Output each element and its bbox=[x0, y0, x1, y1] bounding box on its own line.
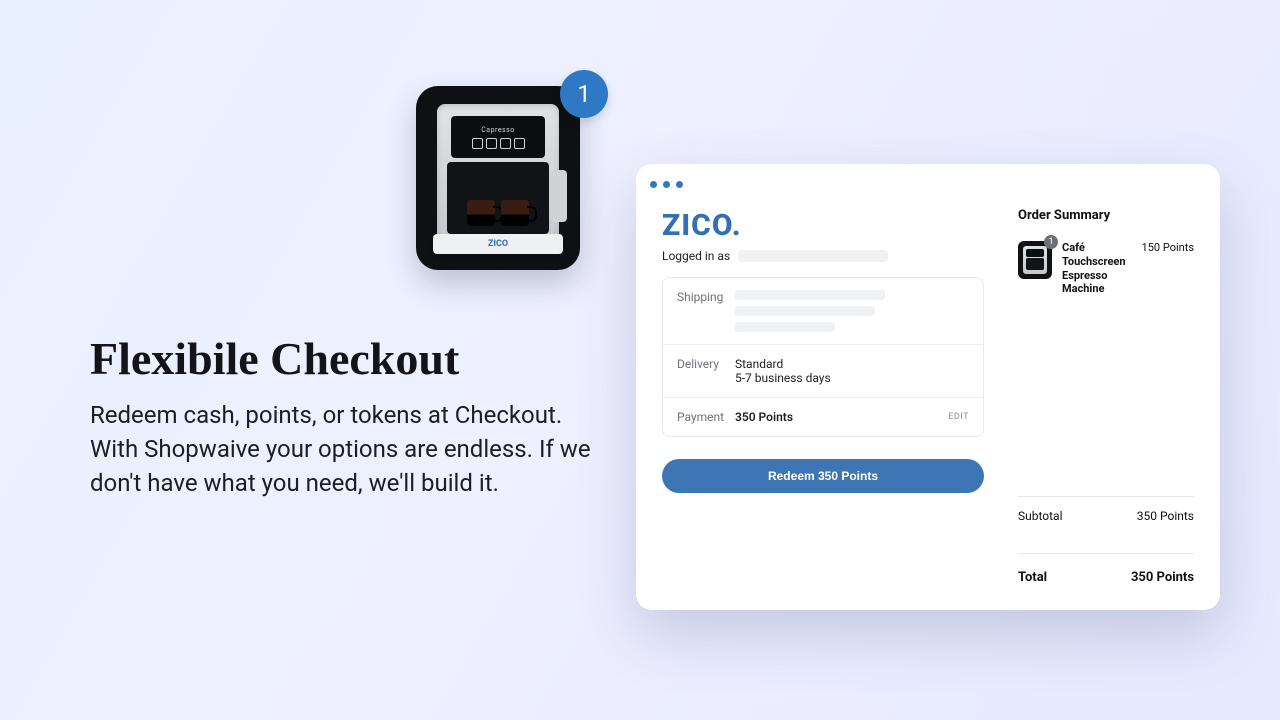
delivery-value: Standard 5-7 business days bbox=[735, 357, 969, 385]
total-label: Total bbox=[1018, 570, 1047, 585]
order-item-price: 150 Points bbox=[1142, 241, 1194, 254]
store-logo: ZICO. bbox=[662, 208, 984, 243]
logged-in-row: Logged in as bbox=[662, 249, 984, 263]
espresso-machine-illustration: Capresso ZICO bbox=[437, 104, 559, 252]
payment-label: Payment bbox=[677, 410, 735, 424]
hero-subcopy: Redeem cash, points, or tokens at Checko… bbox=[90, 398, 600, 500]
order-item-qty-badge: 1 bbox=[1044, 235, 1058, 249]
order-summary-item: 1 Café Touchscreen Espresso Machine 150 … bbox=[1018, 241, 1194, 296]
logged-in-user-placeholder bbox=[738, 250, 888, 262]
shipping-row: Shipping bbox=[663, 278, 983, 345]
order-total-row: Total 350 Points bbox=[1018, 553, 1194, 585]
hero-qty-badge: 1 bbox=[560, 70, 608, 118]
subtotal-value: 350 Points bbox=[1137, 509, 1194, 523]
order-subtotal-row: Subtotal 350 Points bbox=[1018, 496, 1194, 523]
checkout-left-pane: ZICO. Logged in as Shipping Delivery Sta… bbox=[636, 188, 1006, 610]
product-brand-label: ZICO bbox=[433, 234, 563, 254]
payment-row: Payment 350 Points EDIT bbox=[663, 398, 983, 436]
hero-product-tile: Capresso ZICO bbox=[416, 86, 580, 270]
order-item-thumb-wrap: 1 bbox=[1018, 241, 1052, 279]
subtotal-label: Subtotal bbox=[1018, 509, 1063, 523]
order-item-name: Café Touchscreen Espresso Machine bbox=[1062, 241, 1132, 296]
redeem-button[interactable]: Redeem 350 Points bbox=[662, 459, 984, 493]
payment-edit-link[interactable]: EDIT bbox=[948, 412, 969, 422]
checkout-window: ZICO. Logged in as Shipping Delivery Sta… bbox=[636, 164, 1220, 610]
total-value: 350 Points bbox=[1131, 570, 1194, 585]
order-summary-pane: Order Summary 1 Café Touchscreen Espress… bbox=[1006, 188, 1220, 610]
shipping-label: Shipping bbox=[677, 290, 735, 304]
hero-headline: Flexibile Checkout bbox=[90, 332, 459, 385]
order-summary-title: Order Summary bbox=[1018, 208, 1194, 223]
logged-in-label: Logged in as bbox=[662, 249, 730, 263]
delivery-row: Delivery Standard 5-7 business days bbox=[663, 345, 983, 398]
shipping-value bbox=[735, 290, 969, 332]
payment-value: 350 Points bbox=[735, 410, 948, 424]
delivery-label: Delivery bbox=[677, 357, 735, 371]
checkout-details-card: Shipping Delivery Standard 5-7 business … bbox=[662, 277, 984, 437]
